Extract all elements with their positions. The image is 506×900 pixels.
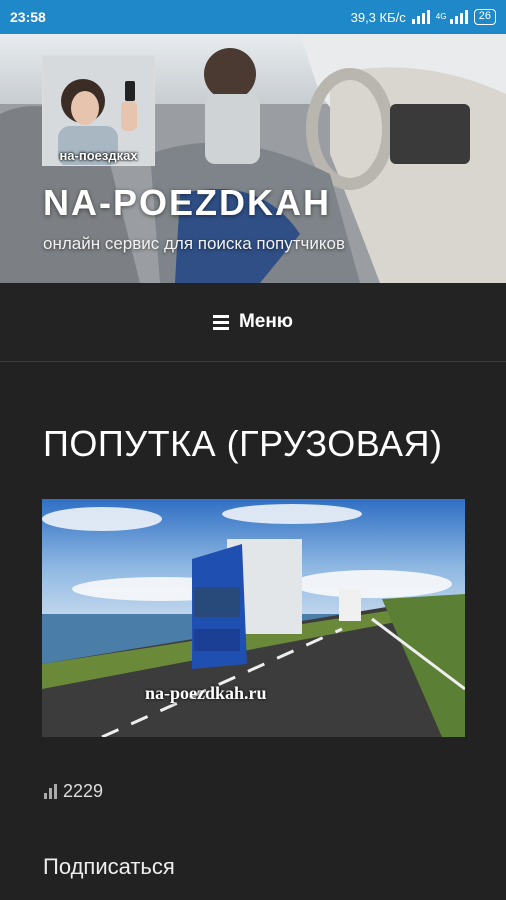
site-tagline: онлайн сервис для поиска попутчиков <box>43 234 346 253</box>
site-logo[interactable]: на-поездках <box>42 55 155 166</box>
hamburger-icon <box>212 314 229 330</box>
status-bar: 23:58 39,3 КБ/с 4G 26 <box>0 0 506 34</box>
wifi-signal-icon <box>411 10 430 24</box>
menu-toggle-button[interactable]: Меню <box>0 283 506 362</box>
status-time: 23:58 <box>10 9 46 25</box>
page-title: ПОПУТКА (ГРУЗОВАЯ) <box>43 423 443 464</box>
menu-label: Меню <box>238 311 294 332</box>
view-count: 2229 <box>63 781 104 801</box>
battery-icon: 26 <box>473 9 496 25</box>
site-title[interactable]: NA-POEZDKAH <box>43 182 331 224</box>
bar-chart-icon <box>44 784 57 799</box>
network-speed: 39,3 КБ/с <box>350 9 406 25</box>
status-indicators: 39,3 КБ/с 4G 26 <box>351 9 496 25</box>
site-header-banner: на-поездках NA-POEZDKAH онлайн сервис дл… <box>0 34 506 283</box>
cell-signal-icon <box>449 10 468 24</box>
network-type: 4G <box>435 12 447 21</box>
post-featured-image[interactable]: na-poezdkah.ru <box>42 499 465 737</box>
image-watermark: na-poezdkah.ru <box>145 683 267 703</box>
view-counter: 2229 <box>44 781 103 802</box>
logo-caption: на-поездках <box>59 148 138 163</box>
subscribe-heading: Подписаться <box>43 854 175 879</box>
